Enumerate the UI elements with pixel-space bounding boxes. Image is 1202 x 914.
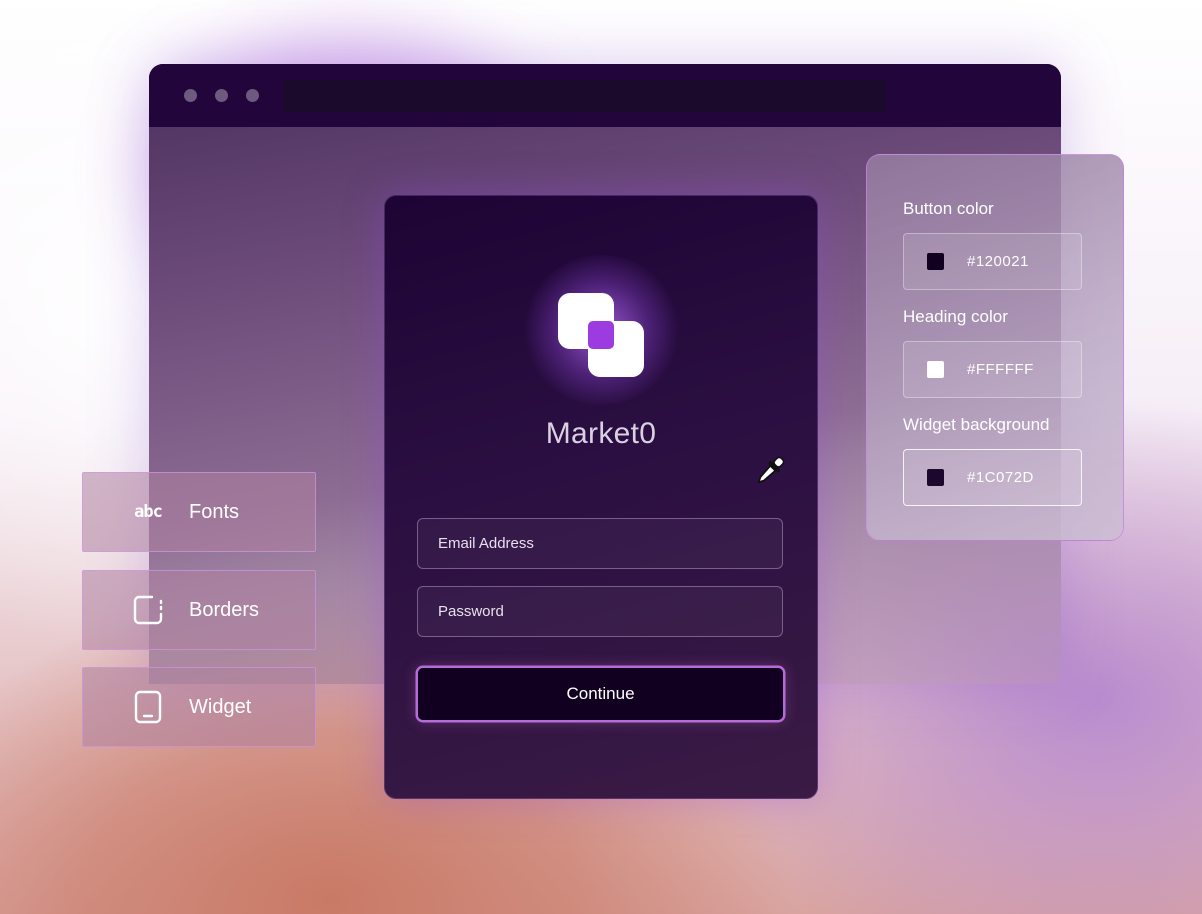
widget-label: Widget (189, 695, 252, 718)
illustration-stage: Market0 Email Address Password Continue … (0, 0, 1202, 914)
button-color-label: Button color (903, 199, 994, 218)
widget-background-input[interactable]: #1C072D (903, 449, 1082, 506)
window-dot-close[interactable] (184, 89, 197, 102)
continue-button[interactable]: Continue (417, 667, 784, 721)
widget-button[interactable]: Widget (82, 667, 316, 747)
border-icon (131, 593, 165, 627)
password-field[interactable]: Password (417, 586, 783, 637)
abc-icon: abc (134, 502, 163, 522)
address-bar[interactable] (283, 80, 886, 112)
button-color-swatch[interactable] (927, 253, 944, 270)
window-dot-minimize[interactable] (215, 89, 228, 102)
heading-color-label: Heading color (903, 307, 1008, 326)
button-color-hex: #120021 (967, 253, 1029, 270)
eyedropper-icon[interactable] (752, 453, 788, 489)
color-settings-panel: Button color #120021 Heading color #FFFF… (866, 154, 1124, 541)
market0-logo-icon (558, 293, 644, 377)
email-field[interactable]: Email Address (417, 518, 783, 569)
heading-color-swatch[interactable] (927, 361, 944, 378)
button-color-input[interactable]: #120021 (903, 233, 1082, 290)
widget-background-swatch[interactable] (927, 469, 944, 486)
continue-label: Continue (566, 684, 635, 703)
widget-background-hex: #1C072D (967, 469, 1034, 486)
borders-button[interactable]: Borders (82, 570, 316, 650)
borders-label: Borders (189, 598, 260, 621)
login-widget: Market0 Email Address Password Continue (384, 195, 818, 799)
fonts-button[interactable]: abc Fonts (82, 472, 316, 552)
window-dot-maximize[interactable] (246, 89, 259, 102)
browser-title-bar (149, 64, 1061, 127)
password-placeholder: Password (438, 603, 504, 620)
brand-name: Market0 (545, 417, 657, 450)
fonts-label: Fonts (189, 500, 240, 523)
tablet-icon (131, 690, 165, 724)
heading-color-input[interactable]: #FFFFFF (903, 341, 1082, 398)
heading-color-hex: #FFFFFF (967, 361, 1034, 378)
widget-background-label: Widget background (903, 415, 1050, 434)
email-placeholder: Email Address (438, 535, 534, 552)
